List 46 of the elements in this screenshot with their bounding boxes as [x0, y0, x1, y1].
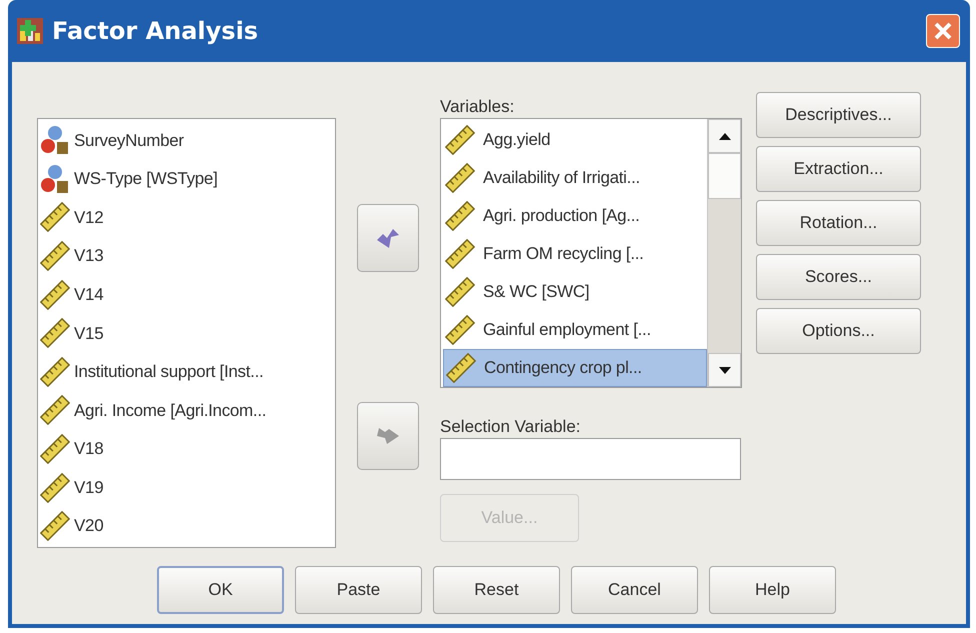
scrollbar[interactable] [707, 119, 741, 387]
variable-item[interactable]: WS-Type [WSType] [74, 166, 218, 192]
scroll-thumb[interactable] [708, 153, 741, 199]
variable-item[interactable]: Institutional support [Inst... [74, 359, 264, 385]
selection-variable-field[interactable] [440, 438, 741, 480]
dialog-button[interactable]: Rotation... [756, 200, 921, 246]
variables-label: Variables: [440, 96, 516, 118]
down-arrow-icon [718, 366, 730, 374]
variable-item[interactable]: V15 [74, 320, 104, 346]
nominal-variable-icon [40, 164, 70, 194]
dialog-button[interactable]: Paste [295, 566, 422, 614]
dialog-button[interactable]: Reset [433, 566, 560, 614]
variable-item[interactable]: Contingency crop pl... [443, 349, 707, 387]
variable-item[interactable]: SurveyNumber [74, 128, 184, 154]
selection-variable-label: Selection Variable: [440, 416, 582, 438]
variable-item[interactable]: Agri. production [Ag... [443, 197, 707, 235]
dialog-button[interactable]: Scores... [756, 254, 921, 300]
ruler-icon [446, 353, 476, 383]
variable-item[interactable]: V14 [74, 282, 104, 308]
dialog-button[interactable]: Help [709, 566, 836, 614]
app-icon [16, 17, 44, 45]
dialog-button[interactable]: Extraction... [756, 146, 921, 192]
dialog-button[interactable]: OK [157, 566, 284, 614]
scroll-down-button[interactable] [708, 353, 741, 387]
close-button[interactable] [926, 14, 960, 48]
variable-item[interactable]: V12 [74, 204, 104, 230]
variable-item[interactable]: V20 [74, 513, 104, 539]
variable-item[interactable]: V19 [74, 474, 104, 500]
up-arrow-icon [718, 132, 730, 140]
variable-item[interactable]: V18 [74, 436, 104, 462]
variable-item[interactable]: Farm OM recycling [... [443, 235, 707, 273]
dialog-button[interactable]: Descriptives... [756, 92, 921, 138]
variable-item[interactable]: Agg.yield [443, 121, 707, 159]
window-title: Factor Analysis [52, 16, 260, 47]
move-button[interactable] [357, 204, 419, 272]
nominal-variable-icon [40, 125, 70, 156]
close-icon [933, 21, 953, 41]
variable-item[interactable]: Availability of Irrigati... [443, 159, 707, 197]
left-arrow-icon [375, 226, 401, 250]
dialog-button[interactable]: Cancel [571, 566, 698, 614]
scroll-up-button[interactable] [708, 119, 741, 153]
variable-item[interactable]: Gainful employment [... [443, 311, 707, 349]
variable-item[interactable]: Agri. Income [Agri.Incom... [74, 398, 266, 424]
variable-item[interactable]: V13 [74, 243, 104, 269]
variable-item[interactable]: S& WC [SWC] [443, 273, 707, 311]
dialog-button[interactable]: Options... [756, 308, 921, 354]
